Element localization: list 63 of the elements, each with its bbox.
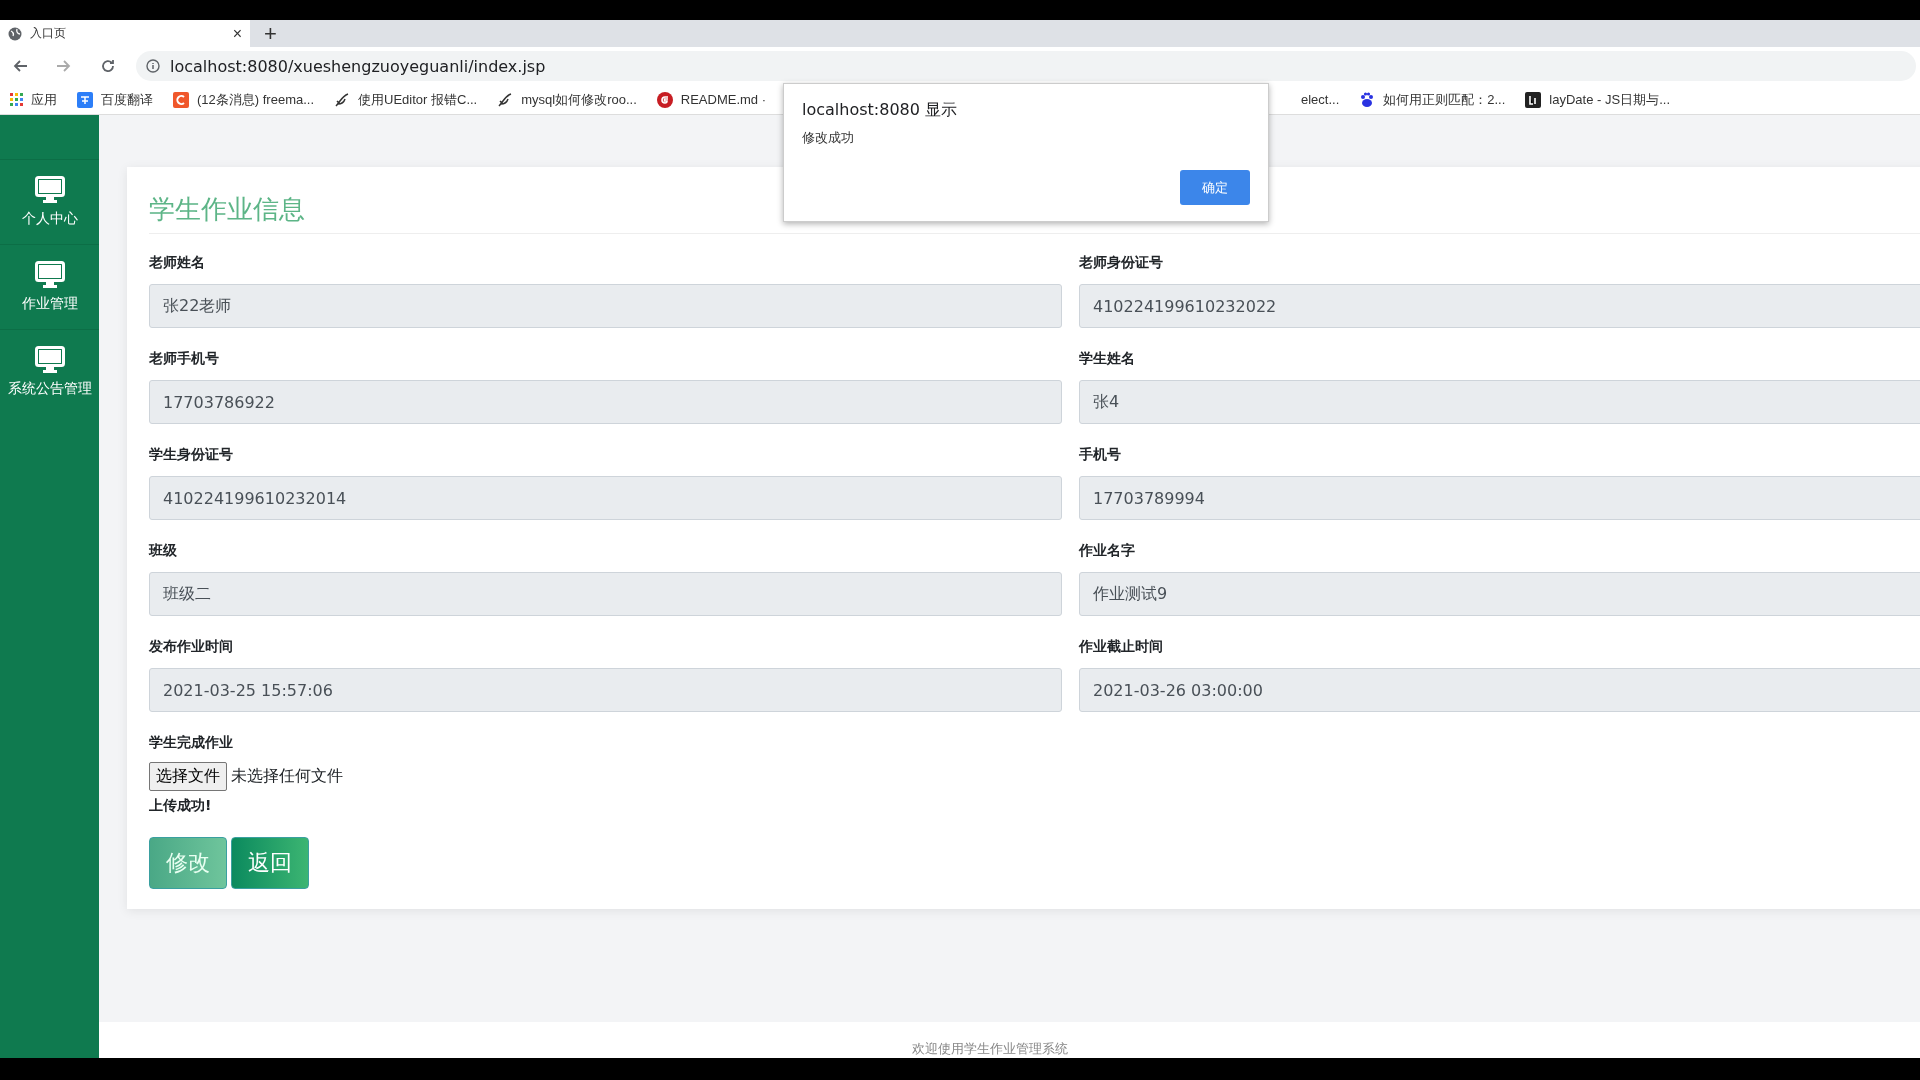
input-field[interactable]: 张4 [1079, 380, 1920, 424]
sidebar-label: 个人中心 [21, 210, 78, 228]
field-label: 学生身份证号 [149, 446, 234, 464]
bookmark-item[interactable]: 如何用正则匹配：2... [1349, 90, 1516, 109]
bookmark-item[interactable]: mysql如何修改roo... [487, 90, 647, 109]
input-field[interactable]: 作业测试9 [1079, 572, 1920, 616]
input-field[interactable]: 2021-03-25 15:57:06 [149, 668, 1062, 712]
bookmark-item[interactable]: (12条消息) freema... [163, 90, 325, 109]
reload-button[interactable] [100, 58, 116, 74]
new-tab-button[interactable]: + [264, 20, 277, 47]
field-label: 班级 [149, 542, 178, 560]
close-tab-button[interactable]: × [232, 24, 242, 43]
reload-icon [100, 58, 116, 74]
input-field[interactable]: 410224199610232014 [149, 476, 1062, 520]
bookmark-item[interactable]: layDate - JS日期与... [1515, 90, 1680, 109]
sidebar-label: 系统公告管理 [7, 380, 92, 398]
field-label: 老师姓名 [149, 254, 206, 272]
back-arrow-icon [12, 58, 28, 74]
field-label: 学生完成作业 [149, 734, 234, 752]
bookmark-item[interactable]: 应用 [0, 90, 67, 109]
choose-file-button[interactable]: 选择文件 [149, 762, 227, 791]
paw-icon [1359, 91, 1376, 108]
field-label: 手机号 [1079, 446, 1122, 464]
sidebar-label: 作业管理 [21, 295, 78, 313]
field-label: 作业名字 [1079, 542, 1136, 560]
field-label: 作业截止时间 [1079, 638, 1164, 656]
input-field[interactable]: 410224199610232022 [1079, 284, 1920, 328]
field-label: 老师手机号 [149, 350, 220, 368]
field-label: 老师身份证号 [1079, 254, 1164, 272]
upload-message: 上传成功! [149, 797, 212, 815]
apps-grid-icon [10, 93, 23, 106]
browser-tab[interactable]: 入口页 × [0, 20, 250, 47]
feather-icon [497, 91, 514, 108]
forward-arrow-icon [56, 58, 72, 74]
tab-title: 入口页 [30, 25, 67, 42]
back-button[interactable]: 返回 [231, 837, 309, 889]
bookmark-item[interactable]: 百度翻译 [67, 90, 163, 109]
monitor-icon [34, 261, 65, 288]
address-bar[interactable]: localhost:8080/xueshengzuoyeguanli/index.jsp [136, 51, 1916, 81]
field-label: 发布作业时间 [149, 638, 234, 656]
dialog-message: 修改成功 [802, 129, 855, 147]
c-logo-icon [173, 91, 189, 108]
file-status: 未选择任何文件 [231, 766, 343, 787]
field-label: 学生姓名 [1079, 350, 1136, 368]
dialog-title: localhost:8080 显示 [802, 100, 958, 121]
input-field[interactable]: 17703789994 [1079, 476, 1920, 520]
feather-icon [334, 91, 351, 108]
footer-text: 欢迎使用学生作业管理系统 [910, 1040, 1069, 1058]
calendar-logo-icon [1525, 91, 1542, 108]
monitor-icon [34, 176, 65, 203]
bookmark-item[interactable]: 使用UEditor 报错C... [324, 90, 488, 109]
monitor-icon [34, 346, 65, 373]
ok-button[interactable]: 确定 [1180, 170, 1250, 205]
bookmark-item[interactable]: README.md · [646, 91, 777, 108]
info-icon [146, 59, 160, 73]
input-field[interactable]: 班级二 [149, 572, 1062, 616]
back-arrow-button[interactable] [12, 58, 28, 74]
input-field[interactable]: 2021-03-26 03:00:00 [1079, 668, 1920, 712]
bookmark-item[interactable]: elect... [1291, 90, 1350, 109]
globe-icon [8, 26, 22, 41]
input-field[interactable]: 17703786922 [149, 380, 1062, 424]
input-field[interactable]: 张22老师 [149, 284, 1062, 328]
url-text: localhost:8080/xueshengzuoyeguanli/index.jsp [170, 56, 546, 76]
